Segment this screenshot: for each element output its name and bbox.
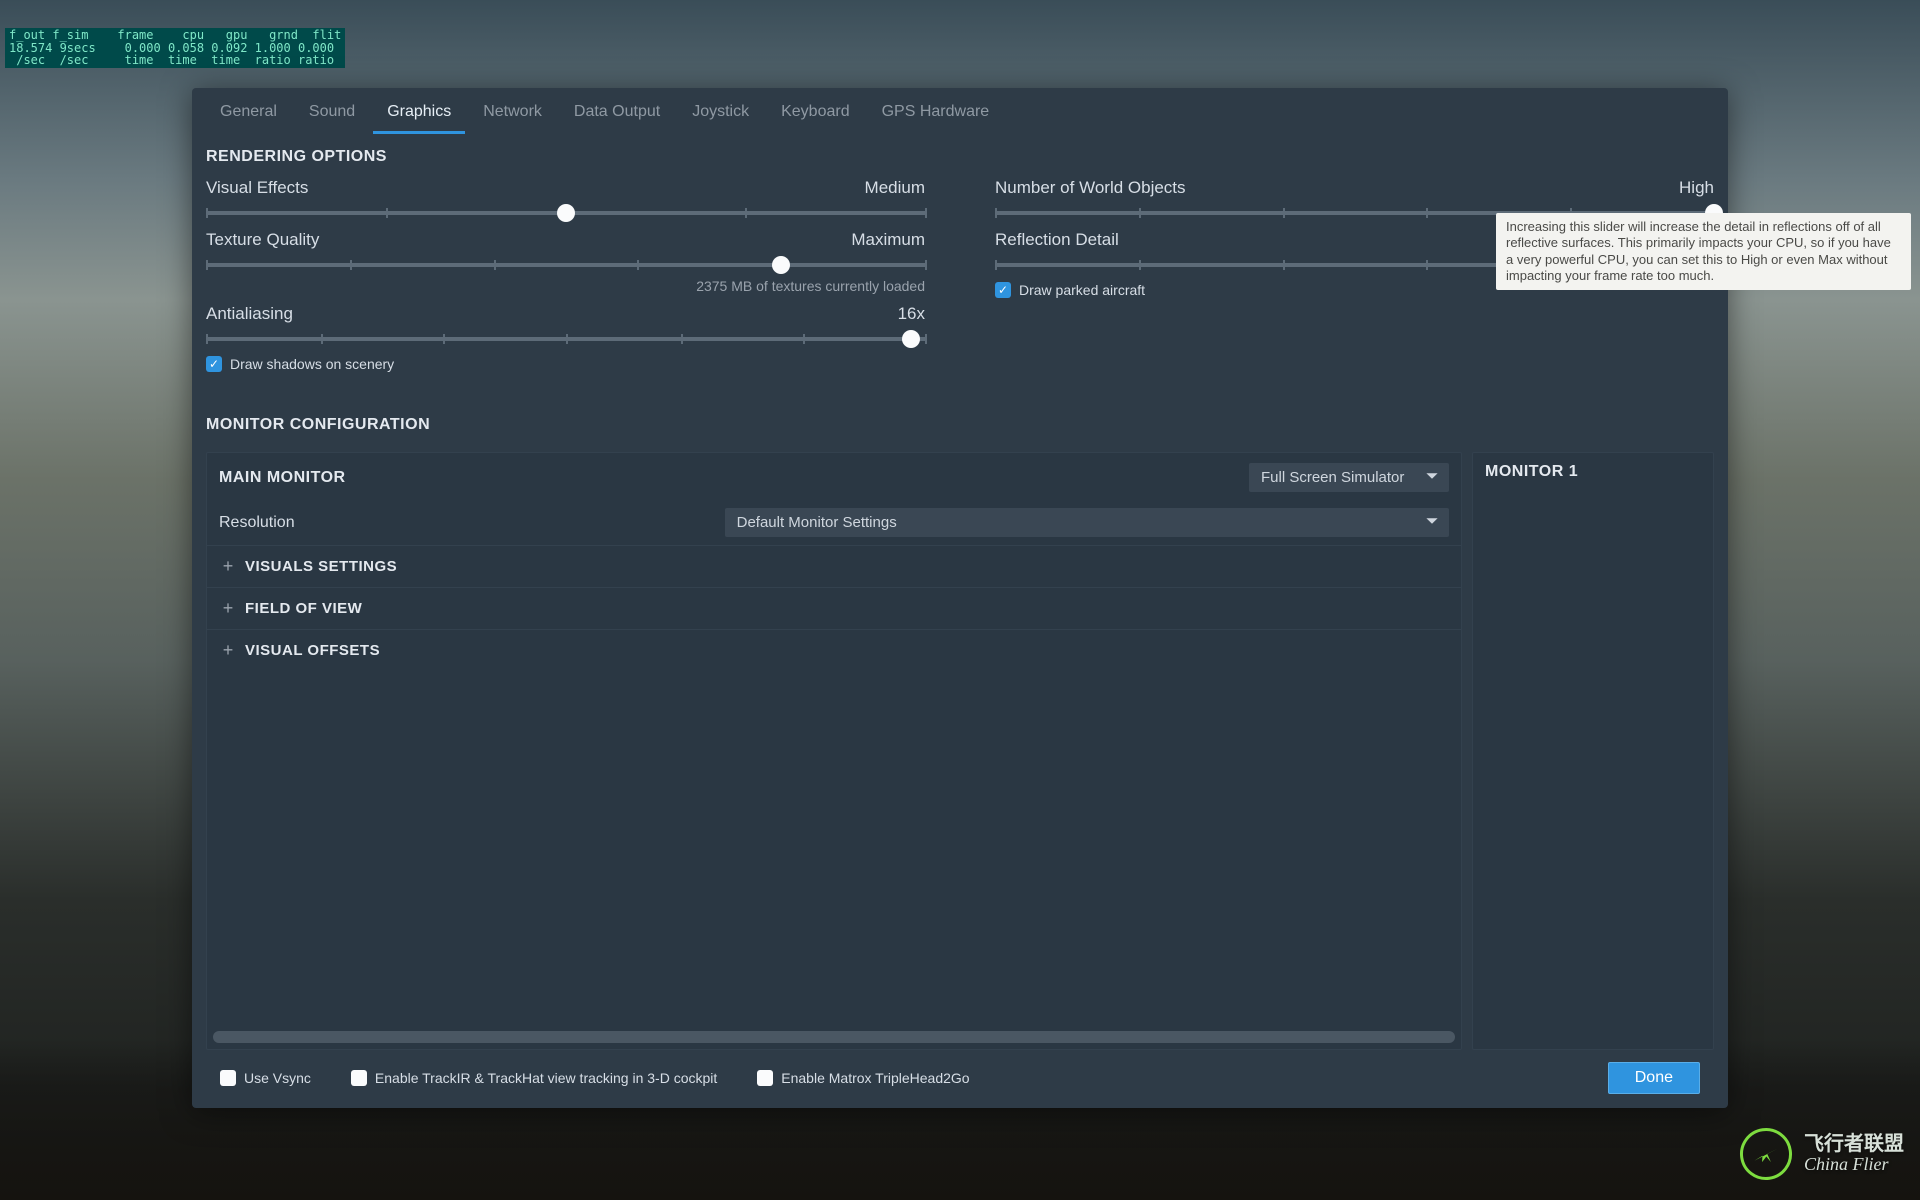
reflection-detail-label: Reflection Detail <box>995 230 1119 250</box>
texture-quality-thumb[interactable] <box>772 256 790 274</box>
plus-icon: + <box>221 598 235 619</box>
texture-quality-slider[interactable] <box>206 254 925 276</box>
draw-shadows-checkbox[interactable]: ✓ <box>206 356 222 372</box>
plus-icon: + <box>221 640 235 661</box>
use-vsync-checkbox[interactable] <box>220 1070 236 1086</box>
enable-matrox-checkbox[interactable] <box>757 1070 773 1086</box>
settings-tabs: General Sound Graphics Network Data Outp… <box>192 88 1728 132</box>
monitor-configuration-title: MONITOR CONFIGURATION <box>206 416 1714 434</box>
horizontal-scrollbar[interactable] <box>213 1031 1455 1043</box>
tab-general[interactable]: General <box>206 97 291 134</box>
monitor-1-title: MONITOR 1 <box>1485 463 1578 481</box>
visual-effects-slider[interactable] <box>206 202 925 224</box>
texture-quality-label: Texture Quality <box>206 230 319 250</box>
draw-parked-label: Draw parked aircraft <box>1019 282 1145 298</box>
tab-graphics[interactable]: Graphics <box>373 97 465 134</box>
tab-sound[interactable]: Sound <box>295 97 369 134</box>
texture-quality-value: Maximum <box>851 230 925 250</box>
resolution-value: Default Monitor Settings <box>737 514 897 531</box>
texture-memory-subtext: 2375 MB of textures currently loaded <box>206 278 925 294</box>
main-monitor-panel: MAIN MONITOR Full Screen Simulator Resol… <box>206 452 1462 1050</box>
done-button[interactable]: Done <box>1608 1062 1700 1094</box>
monitor-mode-dropdown[interactable]: Full Screen Simulator <box>1249 463 1449 492</box>
tab-network[interactable]: Network <box>469 97 556 134</box>
monitor-1-panel[interactable]: MONITOR 1 <box>1472 452 1714 1050</box>
reflection-detail-tooltip: Increasing this slider will increase the… <box>1496 213 1911 290</box>
antialiasing-label: Antialiasing <box>206 304 293 324</box>
visual-effects-label: Visual Effects <box>206 178 308 198</box>
draw-shadows-label: Draw shadows on scenery <box>230 356 394 372</box>
tab-keyboard[interactable]: Keyboard <box>767 97 864 134</box>
rendering-left-column: Visual Effects Medium Texture Quality Ma… <box>206 178 925 378</box>
enable-matrox-label: Enable Matrox TripleHead2Go <box>781 1070 969 1086</box>
monitor-mode-value: Full Screen Simulator <box>1261 469 1404 486</box>
main-monitor-title: MAIN MONITOR <box>219 469 346 487</box>
field-of-view-label: FIELD OF VIEW <box>245 600 362 617</box>
world-objects-value: High <box>1679 178 1714 198</box>
visual-effects-value: Medium <box>865 178 925 198</box>
tab-gps-hardware[interactable]: GPS Hardware <box>868 97 1004 134</box>
resolution-label: Resolution <box>219 514 295 532</box>
chevron-down-icon <box>1425 514 1439 532</box>
tab-joystick[interactable]: Joystick <box>678 97 763 134</box>
chevron-down-icon <box>1425 469 1439 487</box>
world-objects-label: Number of World Objects <box>995 178 1186 198</box>
resolution-dropdown[interactable]: Default Monitor Settings <box>725 508 1449 537</box>
watermark: 飞行者联盟 China Flier <box>1740 1128 1904 1180</box>
enable-trackir-checkbox[interactable] <box>351 1070 367 1086</box>
visual-offsets-expander[interactable]: + VISUAL OFFSETS <box>207 629 1461 671</box>
footer: Use Vsync Enable TrackIR & TrackHat view… <box>206 1050 1714 1108</box>
field-of-view-expander[interactable]: + FIELD OF VIEW <box>207 587 1461 629</box>
check-icon: ✓ <box>209 358 219 370</box>
antialiasing-thumb[interactable] <box>902 330 920 348</box>
visuals-settings-expander[interactable]: + VISUALS SETTINGS <box>207 545 1461 587</box>
tab-data-output[interactable]: Data Output <box>560 97 674 134</box>
airplane-icon <box>1737 1125 1796 1184</box>
visual-offsets-label: VISUAL OFFSETS <box>245 642 380 659</box>
use-vsync-label: Use Vsync <box>244 1070 311 1086</box>
debug-overlay: f_out f_sim frame cpu gpu grnd flit 18.5… <box>5 28 345 68</box>
visual-effects-thumb[interactable] <box>557 204 575 222</box>
rendering-options-title: RENDERING OPTIONS <box>206 148 1714 166</box>
watermark-cn: 飞行者联盟 <box>1804 1133 1904 1155</box>
antialiasing-slider[interactable] <box>206 328 925 350</box>
draw-parked-checkbox[interactable]: ✓ <box>995 282 1011 298</box>
antialiasing-value: 16x <box>898 304 925 324</box>
watermark-en: China Flier <box>1804 1155 1904 1175</box>
plus-icon: + <box>221 556 235 577</box>
enable-trackir-label: Enable TrackIR & TrackHat view tracking … <box>375 1070 717 1086</box>
check-icon: ✓ <box>998 284 1008 296</box>
visuals-settings-label: VISUALS SETTINGS <box>245 558 397 575</box>
